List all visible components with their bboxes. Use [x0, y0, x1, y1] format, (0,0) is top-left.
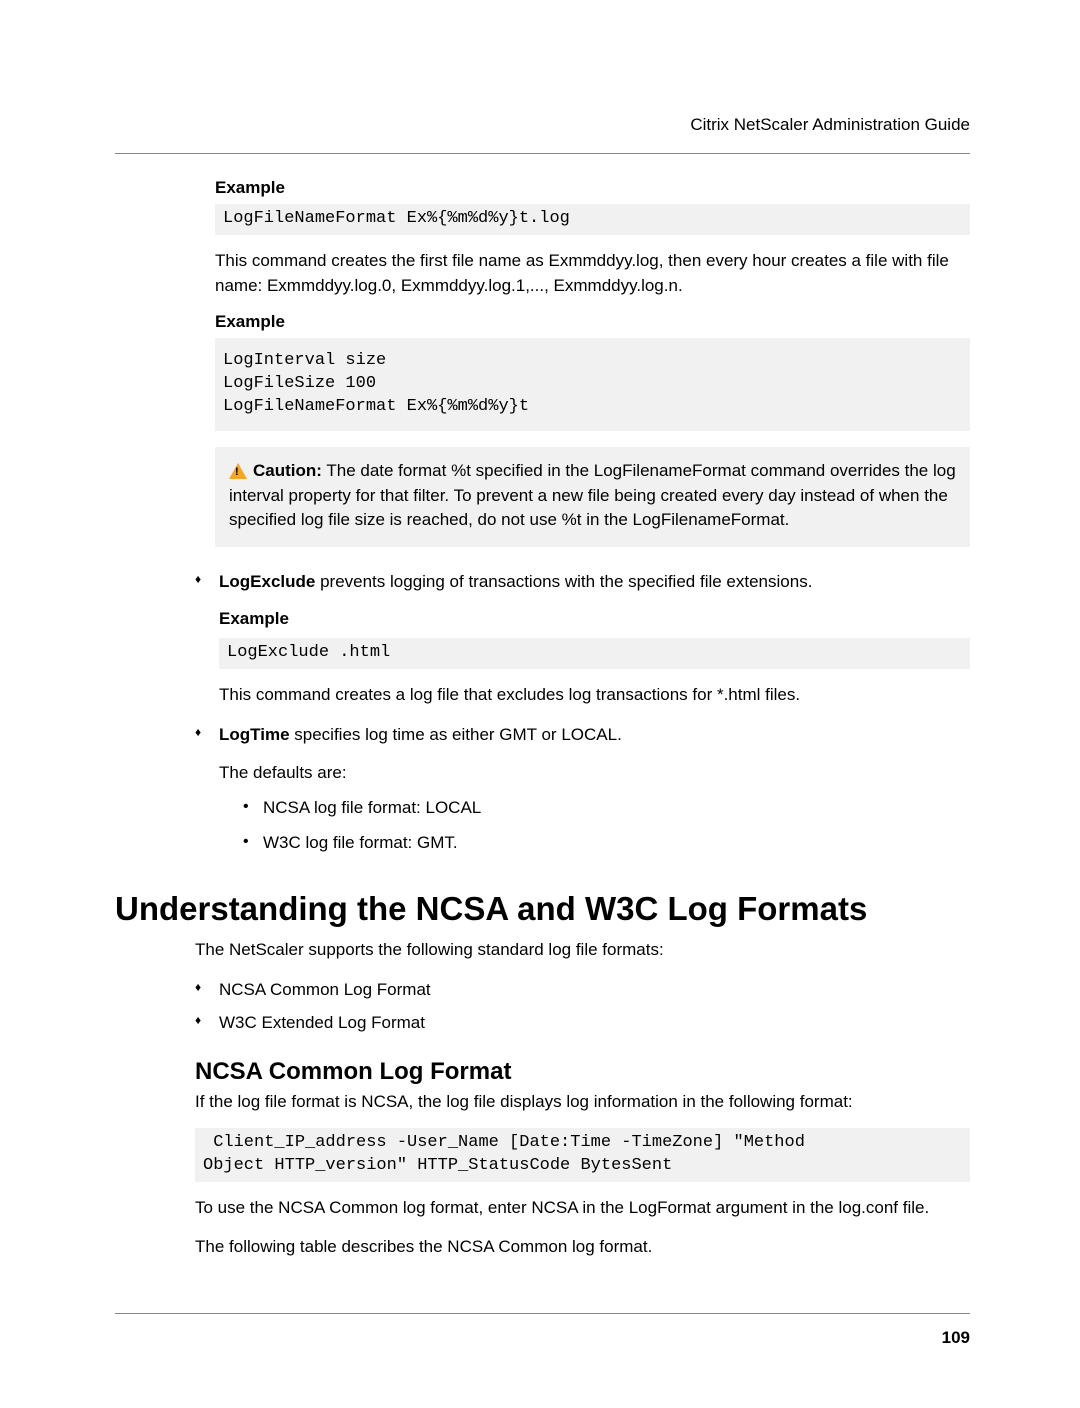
section-subheading: NCSA Common Log Format: [195, 1058, 970, 1086]
caution-text: The date format %t specified in the LogF…: [229, 461, 956, 529]
example-label: Example: [215, 178, 970, 198]
list-item: W3C Extended Log Format: [195, 1010, 970, 1036]
caution-box: Caution: The date format %t specified in…: [215, 447, 970, 547]
term-logexclude: LogExclude: [219, 572, 315, 591]
caution-icon: [229, 463, 247, 479]
header-title: Citrix NetScaler Administration Guide: [115, 115, 970, 135]
paragraph: This command creates the first file name…: [215, 249, 970, 298]
dot-list: NCSA log file format: LOCAL W3C log file…: [243, 794, 970, 856]
paragraph: This command creates a log file that exc…: [219, 683, 970, 708]
desc-logtime: specifies log time as either GMT or LOCA…: [290, 725, 622, 744]
page-content: Example LogFileNameFormat Ex%{%m%d%y}t.l…: [115, 178, 970, 1259]
section-body: The NetScaler supports the following sta…: [195, 938, 970, 1114]
list-item: W3C log file format: GMT.: [243, 829, 970, 856]
code-block: LogExclude .html: [219, 638, 970, 669]
paragraph: The defaults are:: [219, 761, 970, 786]
desc-logexclude: prevents logging of transactions with th…: [315, 572, 812, 591]
list-item: NCSA Common Log Format: [195, 977, 970, 1003]
page-number: 109: [115, 1328, 970, 1348]
list-item: LogTime specifies log time as either GMT…: [195, 722, 970, 857]
section-heading: Understanding the NCSA and W3C Log Forma…: [115, 890, 970, 928]
code-block: LogInterval size LogFileSize 100 LogFile…: [215, 338, 970, 431]
list-item: LogExclude prevents logging of transacti…: [195, 569, 970, 708]
example-label: Example: [219, 606, 970, 632]
example-label: Example: [215, 312, 970, 332]
bullet-list: LogExclude prevents logging of transacti…: [195, 569, 970, 856]
bullet-list: NCSA Common Log Format W3C Extended Log …: [195, 977, 970, 1036]
paragraph: If the log file format is NCSA, the log …: [195, 1090, 970, 1115]
paragraph: To use the NCSA Common log format, enter…: [195, 1196, 970, 1221]
code-block: LogFileNameFormat Ex%{%m%d%y}t.log: [215, 204, 970, 235]
list-item: NCSA log file format: LOCAL: [243, 794, 970, 821]
caution-label: Caution:: [253, 461, 322, 480]
code-block: Client_IP_address -User_Name [Date:Time …: [195, 1128, 970, 1182]
paragraph: The following table describes the NCSA C…: [195, 1235, 970, 1260]
term-logtime: LogTime: [219, 725, 290, 744]
example-block-1: Example LogFileNameFormat Ex%{%m%d%y}t.l…: [215, 178, 970, 547]
document-page: Citrix NetScaler Administration Guide Ex…: [0, 0, 1080, 1408]
footer-rule: [115, 1313, 970, 1314]
header-rule: [115, 153, 970, 154]
paragraph: The NetScaler supports the following sta…: [195, 938, 970, 963]
